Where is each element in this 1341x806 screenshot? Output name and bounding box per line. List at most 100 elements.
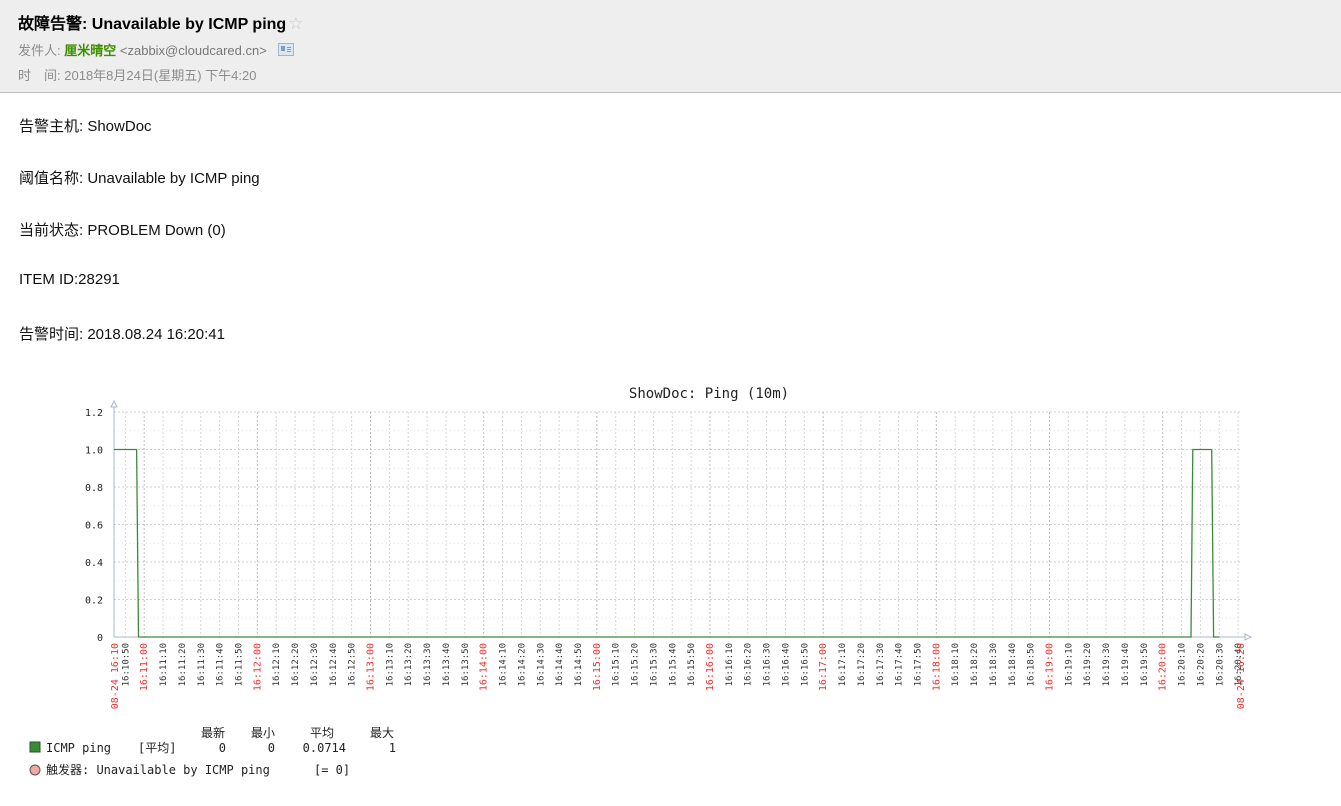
sender-email: <zabbix@cloudcared.cn>	[119, 43, 267, 58]
x-tick-label: 16:19:20	[1083, 643, 1093, 686]
x-tick-label: 16:17:10	[838, 643, 848, 686]
x-tick-label: 16:20:30	[1215, 643, 1225, 686]
x-tick-label: 16:16:00	[705, 643, 716, 691]
x-tick-label: 16:19:10	[1064, 643, 1074, 686]
x-tick-label: 16:19:50	[1140, 643, 1150, 686]
x-tick-label: 16:13:40	[442, 643, 452, 686]
x-tick-label: 16:14:20	[517, 643, 527, 686]
star-icon[interactable]: ☆	[288, 14, 303, 33]
x-tick-label: 16:11:10	[159, 643, 169, 686]
x-tick-label: 16:17:20	[857, 643, 867, 686]
x-tick-label: 16:13:00	[366, 643, 377, 691]
y-tick-label: 0.2	[85, 596, 103, 607]
legend-header: 最新	[201, 725, 225, 740]
x-tick-label: 16:16:20	[744, 643, 754, 686]
x-tick-label: 16:11:20	[178, 643, 188, 686]
email-subject-text: 故障告警: Unavailable by ICMP ping	[18, 16, 287, 33]
y-axis-arrow	[110, 399, 118, 408]
legend-header: 最大	[370, 726, 394, 740]
alert-time: 告警时间: 2018.08.24 16:20:41	[19, 326, 225, 343]
x-tick-label: 16:12:20	[291, 643, 301, 686]
y-tick-label: 1.2	[85, 408, 103, 419]
legend-header: 最小	[251, 726, 275, 740]
ping-chart: ShowDoc: Ping (10m) 1.2 1.0 0.8 0.6 0.4 0.2 0 16…	[29, 386, 1253, 777]
legend-series-swatch	[29, 741, 41, 753]
x-tick-label: 16:14:40	[555, 643, 565, 686]
x-tick-label: 16:18:40	[1008, 643, 1018, 686]
x-tick-label: 16:14:10	[499, 643, 509, 686]
x-tick-label: 16:11:00	[139, 643, 150, 691]
chart-title: ShowDoc: Ping (10m)	[629, 386, 789, 402]
legend-series-value: 0	[219, 741, 226, 755]
alert-host: 告警主机: ShowDoc	[19, 118, 152, 135]
legend-trigger-text: 触发器: Unavailable by ICMP ping	[46, 762, 270, 777]
x-axis-arrow	[1244, 633, 1253, 641]
contact-card-icon[interactable]	[278, 43, 295, 56]
sender-name[interactable]: 厘米晴空	[64, 43, 116, 58]
x-tick-label: 16:18:10	[951, 643, 961, 686]
x-tick-label: 16:12:30	[310, 643, 320, 686]
x-tick-label: 16:18:20	[970, 643, 980, 686]
x-tick-label: 16:11:40	[216, 643, 226, 686]
x-tick-label: 16:15:30	[649, 643, 659, 686]
legend-series-value: 0	[268, 741, 275, 755]
legend-series-value: 0.0714	[303, 741, 346, 755]
x-tick-label: 16:15:40	[668, 643, 678, 686]
x-tick-label: 16:17:30	[876, 643, 886, 686]
x-tick-label: 16:14:50	[574, 643, 584, 686]
x-tick-label: 16:15:10	[612, 643, 622, 686]
x-tick-label: 16:19:40	[1121, 643, 1131, 686]
x-tick-label: 16:12:10	[272, 643, 282, 686]
x-tick-label: 16:12:50	[348, 643, 358, 686]
y-tick-label: 0	[97, 633, 103, 644]
x-start-label: 08-24 16:10	[110, 643, 121, 709]
y-tick-label: 0.8	[85, 483, 103, 494]
x-tick-label: 16:13:50	[461, 643, 471, 686]
x-tick-label: 16:20:00	[1158, 643, 1169, 691]
legend-series-value: 1	[389, 741, 396, 755]
legend-series-func: [平均]	[138, 741, 176, 755]
from-label: 发件人:	[18, 43, 61, 58]
x-tick-label: 16:16:50	[800, 643, 810, 686]
x-tick-label: 16:11:30	[197, 643, 207, 686]
legend-series-name: ICMP ping	[46, 741, 111, 755]
legend-header: 平均	[310, 726, 334, 740]
email-subject: 故障告警: Unavailable by ICMP ping ☆	[18, 10, 303, 34]
x-tick-label: 16:12:00	[252, 643, 263, 691]
x-tick-label: 16:15:50	[687, 643, 697, 686]
email-time-row: 时 间: 2018年8月24日(星期五) 下午4:20	[18, 65, 256, 84]
x-tick-label: 16:17:40	[895, 643, 905, 686]
x-tick-label: 16:14:00	[479, 643, 490, 691]
x-tick-label: 16:11:50	[234, 643, 244, 686]
x-tick-label: 16:19:00	[1045, 643, 1056, 691]
x-tick-label: 16:12:40	[329, 643, 339, 686]
y-tick-label: 0.6	[85, 521, 103, 532]
x-tick-label: 16:18:00	[931, 643, 942, 691]
x-tick-label: 16:19:30	[1102, 643, 1112, 686]
x-tick-label: 16:16:30	[763, 643, 773, 686]
y-tick-label: 1.0	[85, 446, 103, 457]
x-tick-label: 16:16:10	[725, 643, 735, 686]
legend-trigger-cond: [= 0]	[314, 763, 350, 777]
y-tick-label: 0.4	[85, 558, 103, 569]
x-tick-label: 16:18:30	[989, 643, 999, 686]
legend-trigger-marker	[29, 764, 41, 776]
alert-item-id: ITEM ID:28291	[19, 271, 120, 288]
email-from-row: 发件人: 厘米晴空 <zabbix@cloudcared.cn>	[18, 40, 295, 59]
x-tick-label: 16:17:50	[913, 643, 923, 686]
x-tick-label: 16:13:30	[423, 643, 433, 686]
x-end-label: 08-24 16:20	[1236, 643, 1247, 709]
email-header: 故障告警: Unavailable by ICMP ping ☆ 发件人: 厘米晴…	[0, 0, 1341, 93]
x-tick-label: 16:14:30	[536, 643, 546, 686]
time-value: 2018年8月24日(星期五) 下午4:20	[64, 68, 257, 83]
x-tick-label: 16:20:10	[1178, 643, 1188, 686]
x-tick-label: 16:15:20	[631, 643, 641, 686]
x-tick-label: 16:18:50	[1027, 643, 1037, 686]
x-tick-label: 16:13:10	[385, 643, 395, 686]
x-tick-label: 16:15:00	[592, 643, 603, 691]
x-tick-label: 16:10:50	[121, 643, 131, 686]
x-tick-label: 16:13:20	[404, 643, 414, 686]
x-tick-label: 16:17:00	[818, 643, 829, 691]
alert-trigger-name: 阈值名称: Unavailable by ICMP ping	[19, 170, 260, 187]
x-tick-label: 16:20:20	[1196, 643, 1206, 686]
